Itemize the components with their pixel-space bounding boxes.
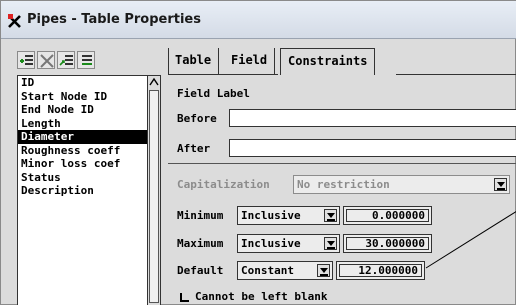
table-properties-window: Pipes - Table Properties ID Start Node I… [0,0,516,305]
callout-leader-line [425,211,516,269]
